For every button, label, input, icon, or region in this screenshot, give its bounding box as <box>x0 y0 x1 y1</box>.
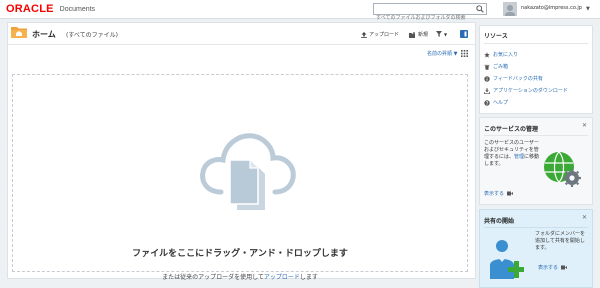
video-icon <box>507 191 514 196</box>
logo-text: ORACLE <box>6 3 54 15</box>
resource-download[interactable]: アプリケーションのダウンロード <box>484 87 568 94</box>
new-label: 新規 <box>418 32 429 38</box>
share-description: フォルダにメンバーを追加して共有を開始します。 <box>535 231 586 251</box>
close-icon[interactable]: ✕ <box>582 122 587 129</box>
top-bar: ORACLE Documents nakazato@impress.co.jp … <box>0 0 600 23</box>
info-panel-toggle-icon[interactable] <box>460 30 468 38</box>
manage-description: このサービスのユーザーおよびセキュリティを管理するには、管理に移動します。 <box>484 140 540 168</box>
new-folder-icon <box>409 31 415 38</box>
info-icon <box>484 75 490 82</box>
start-sharing-panel: 共有の開始 ✕ フォルダにメンバーを追加して共有を開始します。 表示する <box>479 209 593 288</box>
divider <box>484 135 588 136</box>
resource-help[interactable]: ヘルプ <box>484 99 508 106</box>
filter-button[interactable]: ▼ <box>436 31 447 37</box>
star-icon <box>484 51 490 58</box>
filter-icon <box>436 31 442 37</box>
resource-label: フィードバックの共有 <box>493 76 543 82</box>
grid-view-icon[interactable] <box>461 50 468 57</box>
user-name[interactable]: nakazato@impress.co.jp <box>521 5 582 11</box>
avatar[interactable] <box>503 2 517 16</box>
add-member-icon <box>490 240 524 279</box>
drop-sub-prefix: または従来のアップローダを使用して <box>162 274 264 281</box>
show-label: 表示する <box>538 265 559 271</box>
new-button[interactable]: 新規 <box>409 31 428 38</box>
drop-sub-text: または従来のアップローダを使用してアップロードします <box>13 272 467 281</box>
oracle-logo[interactable]: ORACLE Documents <box>6 3 95 15</box>
close-icon[interactable]: ✕ <box>582 214 587 221</box>
resource-trash[interactable]: ごみ箱 <box>484 63 508 70</box>
divider <box>484 227 588 228</box>
resource-favorites[interactable]: お気に入り <box>484 51 518 58</box>
trash-icon <box>484 64 490 70</box>
resources-title: リソース <box>484 33 508 40</box>
product-name: Documents <box>59 5 96 13</box>
upload-button[interactable]: アップロード <box>361 31 399 38</box>
divider <box>484 43 588 44</box>
search-icon[interactable] <box>476 5 484 13</box>
share-title: 共有の開始 <box>484 218 515 225</box>
page-subtitle: (すべてのファイル) <box>66 32 119 39</box>
resource-label: ごみ箱 <box>493 64 509 70</box>
page-title: ホーム <box>32 30 56 39</box>
show-label: 表示する <box>484 191 505 197</box>
resource-label: アプリケーションのダウンロード <box>493 88 568 94</box>
chevron-down-icon[interactable]: ▼ <box>586 6 590 12</box>
manage-service-panel: このサービスの管理 ✕ このサービスのユーザーおよびセキュリティを管理するには、… <box>479 117 593 205</box>
folder-icon <box>11 27 27 38</box>
globe-gear-icon <box>544 151 581 187</box>
upload-label: アップロード <box>369 32 400 38</box>
chevron-down-icon: ▼ <box>453 51 458 57</box>
manage-show-button[interactable]: 表示する <box>484 190 514 197</box>
user-silhouette-icon <box>505 5 515 16</box>
resource-feedback[interactable]: フィードバックの共有 <box>484 75 543 82</box>
upload-icon <box>361 31 367 38</box>
help-icon <box>484 99 490 106</box>
drop-sub-suffix: します <box>299 274 318 281</box>
resource-label: ヘルプ <box>493 100 509 106</box>
resources-panel: リソース お気に入り ごみ箱 フィードバックの共有 アプリケーションのダウンロー… <box>479 25 593 114</box>
download-icon <box>484 87 490 94</box>
chevron-down-icon: ▼ <box>444 31 448 37</box>
video-icon <box>561 265 568 270</box>
main-panel: ホーム (すべてのファイル) アップロード 新規 ▼ 名前の昇順 ▼ ファイルを… <box>7 22 476 281</box>
drop-instructions: ファイルをここにドラッグ・アンド・ドロップします <box>132 249 348 259</box>
resource-label: お気に入り <box>493 52 519 58</box>
share-show-button[interactable]: 表示する <box>538 264 568 271</box>
admin-link[interactable]: 管理 <box>514 154 524 160</box>
cloud-upload-icon <box>200 133 296 210</box>
sort-label: 名前の昇順 <box>427 51 453 57</box>
search-box[interactable] <box>373 3 487 23</box>
divider <box>8 44 475 45</box>
upload-link[interactable]: アップロード <box>264 274 300 281</box>
sort-dropdown[interactable]: 名前の昇順 ▼ <box>427 50 457 57</box>
manage-title: このサービスの管理 <box>484 126 539 133</box>
drop-zone[interactable]: ファイルをここにドラッグ・アンド・ドロップします または従来のアップローダを使用… <box>12 74 468 281</box>
